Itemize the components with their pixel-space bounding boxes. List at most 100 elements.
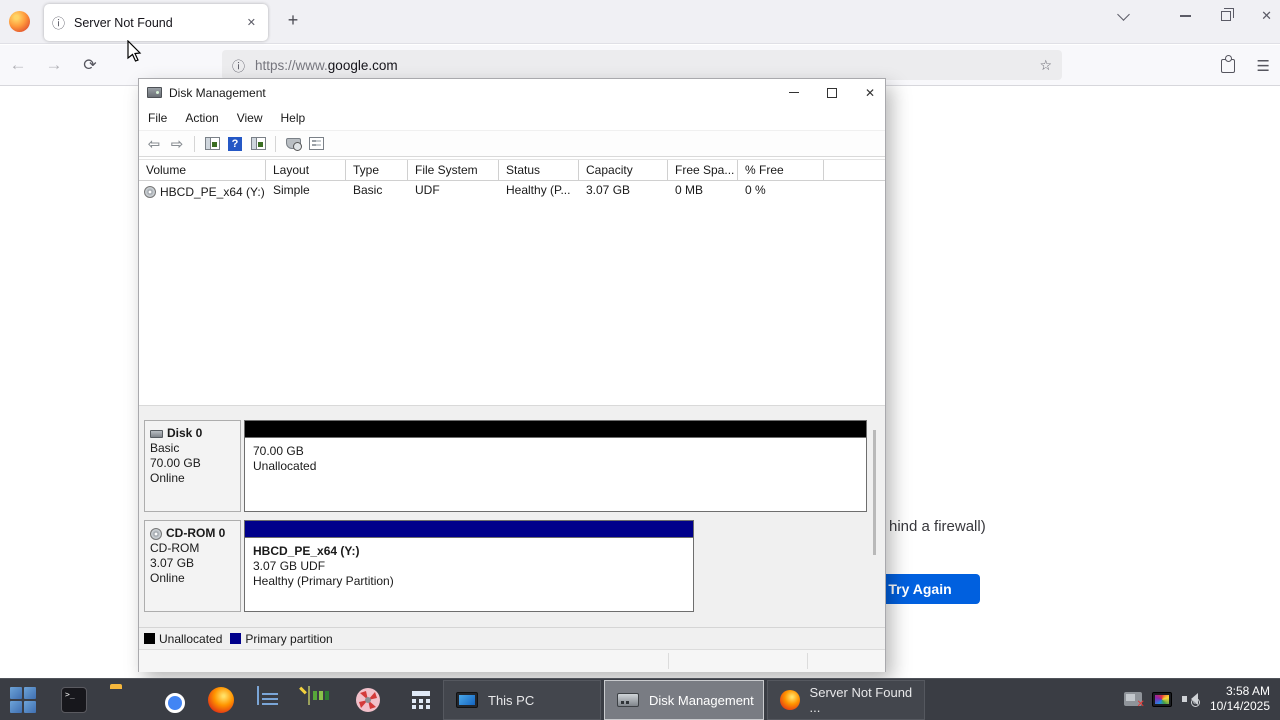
cdrom0-label-panel[interactable]: CD-ROM 0 CD-ROM 3.07 GB Online: [144, 520, 241, 612]
browser-close-button[interactable]: ✕: [1261, 8, 1272, 24]
new-tab-button[interactable]: +: [281, 10, 305, 31]
dm-back-icon[interactable]: ⇦: [145, 135, 163, 153]
cdrom0-primary-bar[interactable]: [245, 521, 693, 538]
dm-title-bar[interactable]: Disk Management ✕: [139, 79, 885, 106]
disk-drive-icon: [147, 87, 162, 98]
dm-minimize-button[interactable]: [788, 91, 799, 94]
volume-list-area[interactable]: [139, 201, 885, 405]
system-tray: ⊘ 3:58 AM 10/14/2025: [1123, 678, 1280, 720]
disk-management-task-icon: [617, 693, 639, 707]
firefox-icon[interactable]: [208, 687, 234, 713]
start-button-icon[interactable]: [10, 687, 36, 713]
error-page-text-fragment: hind a firewall): [889, 518, 986, 535]
disk0-part-size: 70.00 GB: [253, 444, 304, 458]
cdrom0-state: Online: [150, 571, 185, 585]
taskbar-button-this-pc[interactable]: This PC: [443, 680, 601, 720]
col-capacity[interactable]: Capacity: [579, 160, 668, 180]
cdrom0-kind: CD-ROM: [150, 541, 200, 555]
dm-toolbar: ⇦ ⇨ ?: [139, 131, 885, 157]
disk0-unallocated-bar[interactable]: [245, 421, 866, 438]
volume-list-header: Volume Layout Type File System Status Ca…: [139, 159, 885, 181]
col-filler: [824, 160, 885, 180]
hard-disk-icon: [150, 429, 163, 438]
url-bar[interactable]: ⓘ https://www. google.com ☆: [222, 50, 1062, 80]
extensions-icon[interactable]: [1220, 55, 1235, 73]
taskbar-button-server-not-found[interactable]: Server Not Found ...: [767, 680, 925, 720]
url-scheme: https://www.: [255, 57, 328, 73]
volume-file-system: UDF: [415, 183, 440, 197]
console-tree-icon[interactable]: [204, 137, 220, 150]
site-info-icon[interactable]: ⓘ: [232, 56, 245, 75]
cd-rom-icon: [150, 527, 162, 540]
fan-icon[interactable]: [355, 687, 381, 713]
help-icon[interactable]: ?: [228, 136, 242, 151]
bookmark-star-icon[interactable]: ☆: [1039, 57, 1052, 74]
volume-row[interactable]: HBCD_PE_x64 (Y:) Simple Basic UDF Health…: [139, 181, 885, 200]
disk0-size: 70.00 GB: [150, 456, 201, 470]
col-volume[interactable]: Volume: [139, 160, 266, 180]
col-layout[interactable]: Layout: [266, 160, 346, 180]
menu-view[interactable]: View: [228, 111, 272, 125]
browser-minimize-button[interactable]: [1180, 15, 1192, 17]
disk0-name: Disk 0: [167, 426, 203, 440]
browser-restore-button[interactable]: [1221, 8, 1235, 21]
dm-forward-icon[interactable]: ⇨: [168, 135, 186, 153]
volume-muted-icon[interactable]: ⊘: [1181, 691, 1200, 707]
graphic-pane-scrollbar[interactable]: [873, 430, 876, 555]
legend-unallocated-swatch: [144, 633, 155, 644]
volume-type: Basic: [353, 183, 383, 197]
forward-button[interactable]: →: [36, 55, 72, 75]
refresh-disk-icon[interactable]: [285, 138, 302, 151]
cd-volume-icon: [144, 185, 156, 198]
disk0-label-panel[interactable]: Disk 0 Basic 70.00 GB Online: [144, 420, 241, 512]
disk-management-window: Disk Management ✕ File Action View Help …: [138, 78, 886, 672]
taskbar-button-disk-management[interactable]: Disk Management: [604, 680, 764, 720]
tab-close-button[interactable]: ✕: [243, 14, 260, 31]
menu-file[interactable]: File: [139, 111, 176, 125]
desktop: ⓘ Server Not Found ✕ + ✕ ← → ⟳ ⓘ https:/…: [0, 0, 1280, 720]
app-menu-icon[interactable]: ☰: [1257, 57, 1270, 75]
col-file-system[interactable]: File System: [408, 160, 499, 180]
navbar-right-icons: ☰: [1220, 55, 1270, 75]
cdrom0-partition-box[interactable]: HBCD_PE_x64 (Y:) 3.07 GB UDF Healthy (Pr…: [244, 520, 694, 612]
legend-primary-label: Primary partition: [245, 631, 333, 646]
tab-list-chevron-icon[interactable]: [1117, 7, 1130, 21]
col-pct-free[interactable]: % Free: [738, 160, 824, 180]
dm-window-controls: ✕: [788, 79, 875, 106]
document-chart-icon[interactable]: [308, 686, 310, 705]
volume-capacity: 3.07 GB: [586, 183, 631, 197]
properties-icon[interactable]: [308, 137, 324, 150]
disk-management-task-label: Disk Management: [649, 692, 754, 708]
menu-action[interactable]: Action: [176, 111, 227, 125]
browser-tab[interactable]: ⓘ Server Not Found ✕: [44, 4, 268, 41]
network-disconnected-icon[interactable]: [1123, 692, 1145, 710]
terminal-icon[interactable]: >_: [61, 687, 87, 713]
volume-pct-free: 0 %: [745, 183, 766, 197]
dm-status-bar: [139, 649, 885, 672]
url-domain: google.com: [327, 57, 398, 73]
back-button[interactable]: ←: [0, 55, 36, 75]
col-free-space[interactable]: Free Spa...: [668, 160, 738, 180]
this-pc-icon: [456, 692, 478, 708]
info-icon: ⓘ: [52, 16, 66, 31]
tray-time-text: 3:58 AM: [1225, 684, 1270, 698]
action-pane-icon[interactable]: [250, 137, 266, 150]
disk0-partition-box[interactable]: 70.00 GB Unallocated: [244, 420, 867, 512]
menu-help[interactable]: Help: [272, 111, 315, 125]
browser-window-controls: ✕: [1117, 7, 1272, 24]
this-pc-label: This PC: [488, 692, 535, 708]
tray-clock[interactable]: 3:58 AM 10/14/2025: [1210, 684, 1270, 714]
volume-name: HBCD_PE_x64 (Y:): [160, 184, 265, 199]
col-status[interactable]: Status: [499, 160, 579, 180]
firefox-logo-icon: [9, 11, 30, 32]
reload-button[interactable]: ⟳: [72, 55, 108, 75]
notepad-icon[interactable]: [257, 686, 259, 705]
display-color-icon[interactable]: [1151, 691, 1172, 707]
cdrom0-name: CD-ROM 0: [166, 526, 226, 540]
legend-primary-swatch: [230, 633, 242, 644]
col-type[interactable]: Type: [346, 160, 408, 180]
dm-maximize-button[interactable]: [826, 87, 837, 98]
cdrom0-part-status: Healthy (Primary Partition): [253, 574, 394, 588]
dm-close-button[interactable]: ✕: [865, 86, 875, 100]
cdrom0-size: 3.07 GB: [150, 556, 195, 570]
